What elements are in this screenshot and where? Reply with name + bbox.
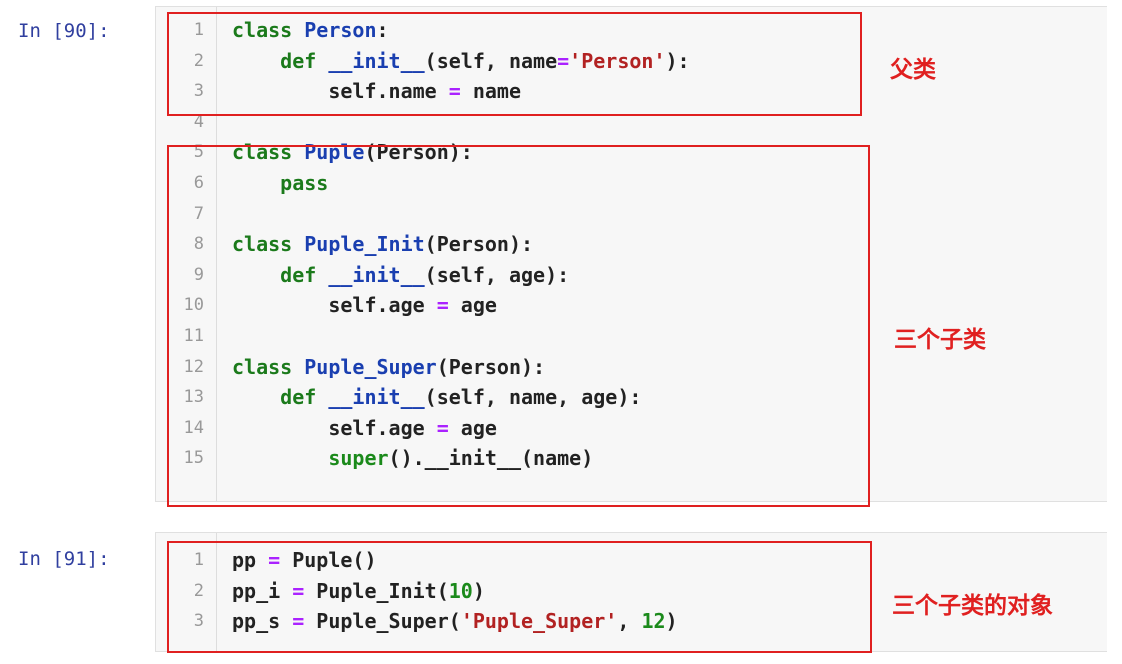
cell-prompt-90: In [90]:	[18, 20, 110, 42]
annotation-subclass-objects: 三个子类的对象	[892, 593, 1053, 619]
annotation-three-subclasses: 三个子类	[894, 327, 986, 353]
highlight-box-objects	[167, 541, 872, 653]
highlight-box-parent	[167, 12, 862, 116]
highlight-box-children	[167, 145, 870, 507]
annotation-parent-class: 父类	[890, 57, 936, 83]
cell-prompt-91: In [91]:	[18, 548, 110, 570]
